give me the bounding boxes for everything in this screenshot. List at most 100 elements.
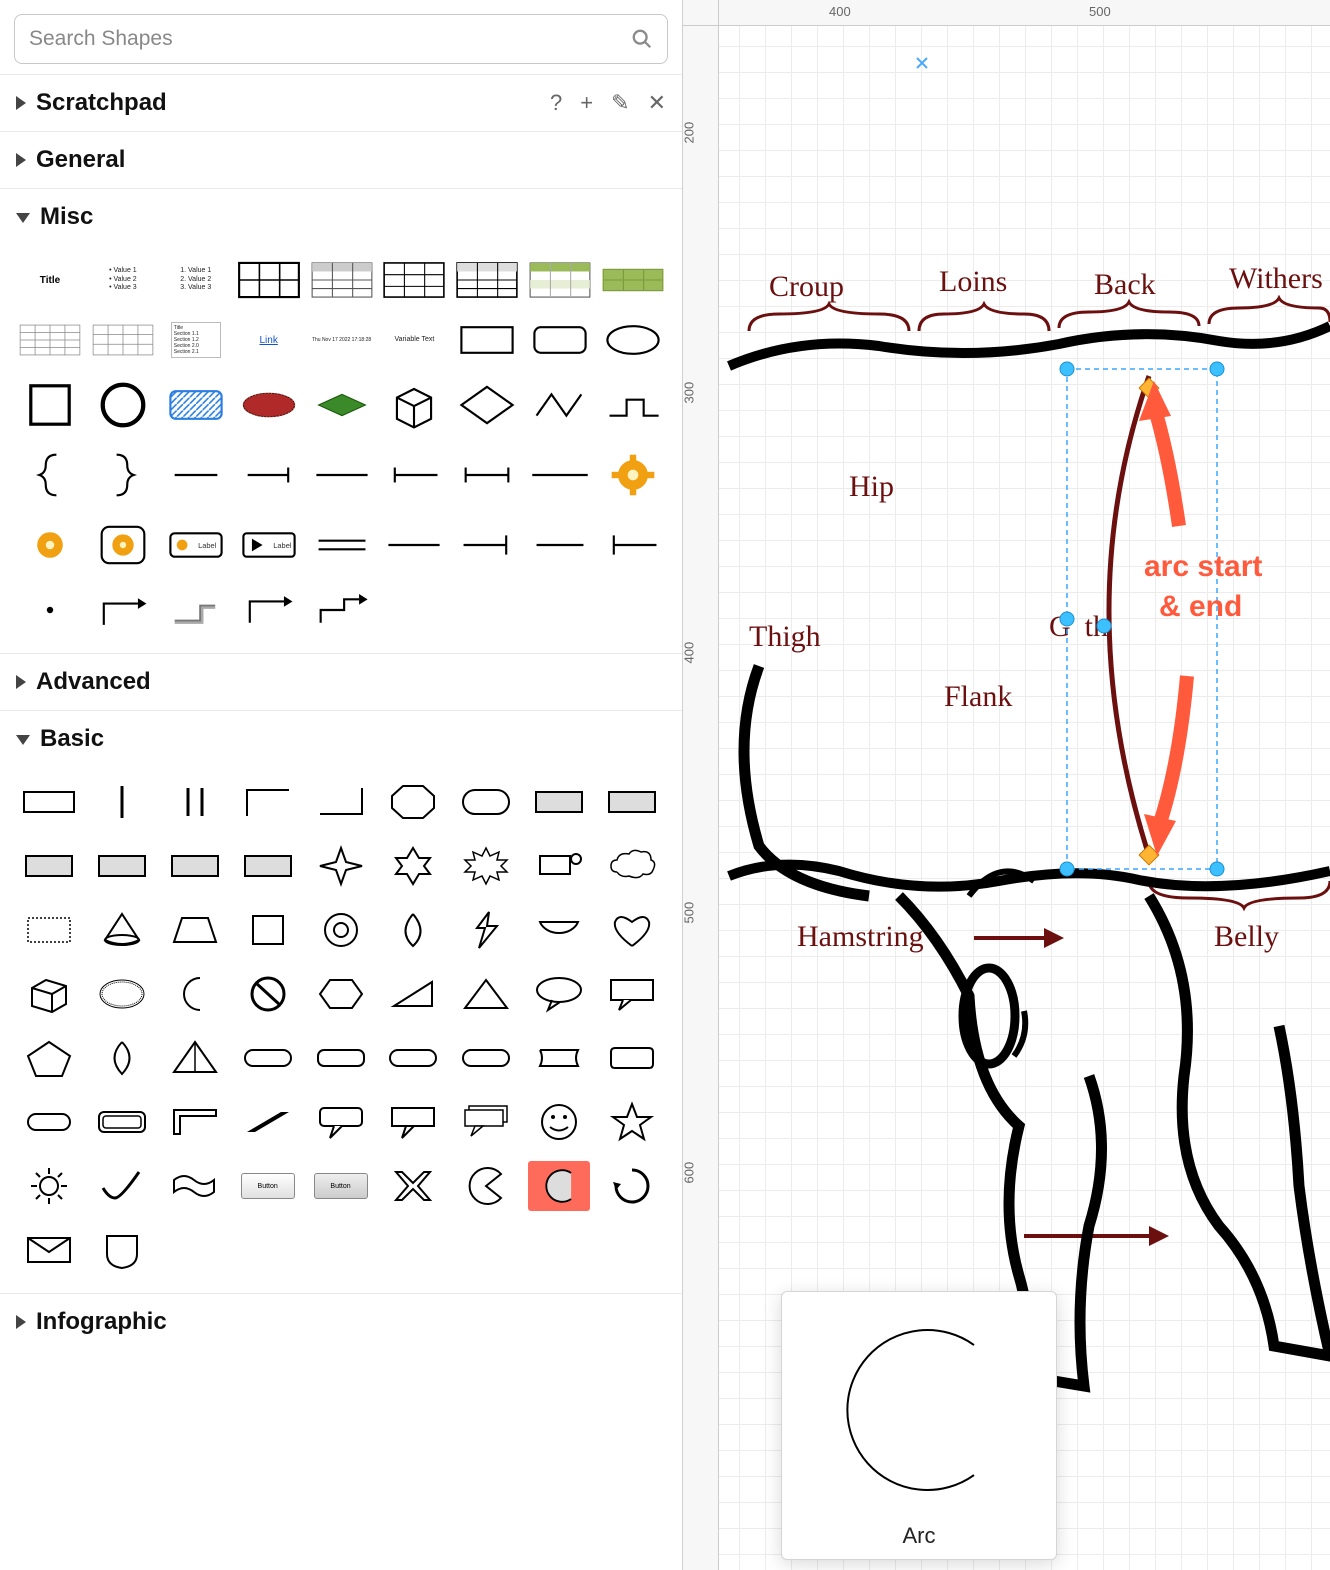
- shape-outline-list[interactable]: TitleSection 1.1Section 1.2Section 2.0Se…: [164, 315, 228, 365]
- shape-moon[interactable]: [164, 969, 226, 1019]
- shape-rounded5[interactable]: [455, 1033, 517, 1083]
- shape-target[interactable]: [310, 905, 372, 955]
- shape-line-medium[interactable]: [310, 445, 374, 505]
- shape-gear-small[interactable]: [18, 515, 82, 575]
- shape-brace-right[interactable]: [91, 445, 155, 505]
- shape-rounded-rect2[interactable]: [455, 777, 517, 827]
- shape-slash[interactable]: [237, 1097, 299, 1147]
- section-scratchpad[interactable]: Scratchpad ? + ✎ ✕: [0, 74, 682, 131]
- shape-table-striped[interactable]: [528, 255, 592, 305]
- selection-handle[interactable]: [1060, 862, 1074, 876]
- close-icon[interactable]: ✕: [648, 92, 666, 114]
- shape-rounded3[interactable]: [310, 1033, 372, 1083]
- shape-play-label[interactable]: Label: [237, 515, 301, 575]
- shape-timestamp[interactable]: Thu Nov 17 2022 17:18:28: [310, 315, 374, 365]
- shape-button1[interactable]: Button: [237, 1161, 299, 1211]
- add-icon[interactable]: +: [580, 92, 593, 114]
- shape-callout-stack[interactable]: [455, 1097, 517, 1147]
- shape-envelope[interactable]: [18, 1225, 80, 1275]
- shape-ticket[interactable]: [528, 1033, 590, 1083]
- shape-brace-left[interactable]: [18, 445, 82, 505]
- shape-variable[interactable]: Variable Text: [382, 315, 446, 365]
- shape-corner-tl[interactable]: [237, 777, 299, 827]
- shape-filled-rect4[interactable]: [91, 841, 153, 891]
- shape-check[interactable]: [91, 1161, 153, 1211]
- shape-flag[interactable]: [528, 841, 590, 891]
- shape-double-vbar[interactable]: [164, 777, 226, 827]
- shape-shield[interactable]: [91, 1225, 153, 1275]
- shape-zigzag[interactable]: [528, 375, 592, 435]
- shape-pyramid[interactable]: [164, 1033, 226, 1083]
- shape-gear-boxed[interactable]: [91, 515, 155, 575]
- shape-stadium[interactable]: [18, 1097, 80, 1147]
- section-infographic[interactable]: Infographic: [0, 1293, 682, 1350]
- shape-title-text[interactable]: Title: [18, 255, 82, 305]
- shape-rounded-rect[interactable]: [528, 315, 592, 365]
- shape-stamp[interactable]: [18, 905, 80, 955]
- shape-line-tick-right[interactable]: [455, 515, 519, 575]
- shape-right-triangle[interactable]: [382, 969, 444, 1019]
- shape-filled-rect2[interactable]: [601, 777, 663, 827]
- shape-smiley[interactable]: [528, 1097, 590, 1147]
- shape-corner-br[interactable]: [310, 777, 372, 827]
- shape-wave[interactable]: [164, 1161, 226, 1211]
- shape-double-rounded[interactable]: [91, 1097, 153, 1147]
- shape-filled-rect5[interactable]: [164, 841, 226, 891]
- section-general[interactable]: General: [0, 131, 682, 188]
- shape-callout1[interactable]: [310, 1097, 372, 1147]
- shape-half-circle[interactable]: [528, 905, 590, 955]
- shape-no-entry[interactable]: [237, 969, 299, 1019]
- shape-cone[interactable]: [91, 905, 153, 955]
- shape-step-arrow[interactable]: [310, 585, 374, 635]
- shape-rect[interactable]: [455, 315, 519, 365]
- shape-ellipse[interactable]: [601, 315, 665, 365]
- drawing-layer[interactable]: Croup Loins Back Withers Hip Thigh Flank…: [719, 26, 1330, 1570]
- shape-pentagon[interactable]: [18, 1033, 80, 1083]
- shape-gear-gold[interactable]: [601, 445, 665, 505]
- shape-callout2[interactable]: [382, 1097, 444, 1147]
- shape-table-beveled[interactable]: [455, 255, 519, 305]
- shape-circle-thick[interactable]: [91, 375, 155, 435]
- selection-handle[interactable]: [1060, 362, 1074, 376]
- arc-shape[interactable]: [1109, 376, 1149, 856]
- shape-empty1[interactable]: [382, 585, 446, 635]
- shape-diamond-outline[interactable]: [455, 375, 519, 435]
- selection-handle[interactable]: [1210, 862, 1224, 876]
- shape-line-tick-left[interactable]: [601, 515, 665, 575]
- shape-dot[interactable]: [18, 585, 82, 635]
- selection-handle[interactable]: [1097, 619, 1111, 633]
- shape-x[interactable]: [382, 1161, 444, 1211]
- shape-pacman[interactable]: [455, 1161, 517, 1211]
- shape-speech-ellipse[interactable]: [528, 969, 590, 1019]
- search-input[interactable]: [29, 27, 631, 51]
- shape-line-tick-end[interactable]: [237, 445, 301, 505]
- shape-triangle[interactable]: [455, 969, 517, 1019]
- shape-elbow-arrow[interactable]: [237, 585, 301, 635]
- shape-frame-corner[interactable]: [164, 1097, 226, 1147]
- shape-heart[interactable]: [601, 905, 663, 955]
- shape-double-line[interactable]: [310, 515, 374, 575]
- shape-lens[interactable]: [91, 1033, 153, 1083]
- shape-grid-3x3[interactable]: [382, 255, 446, 305]
- shape-lightning[interactable]: [455, 905, 517, 955]
- shape-filled-rect1[interactable]: [528, 777, 590, 827]
- shape-rounded4[interactable]: [382, 1033, 444, 1083]
- shape-line-alt[interactable]: [382, 515, 446, 575]
- canvas-area[interactable]: 400 500 200 300 400 500 600 Croup Loins …: [683, 0, 1330, 1570]
- shape-label-box[interactable]: Label: [164, 515, 228, 575]
- shape-numbered-list[interactable]: 1. Value 12. Value 23. Value 3: [164, 255, 228, 305]
- shape-octagon[interactable]: [382, 777, 444, 827]
- selection-handle[interactable]: [1060, 612, 1074, 626]
- shape-table-2x3[interactable]: [237, 255, 301, 305]
- section-basic[interactable]: Basic: [0, 710, 682, 767]
- shape-line-short[interactable]: [164, 445, 228, 505]
- close-marker-icon[interactable]: [917, 58, 927, 68]
- shape-box3d[interactable]: [18, 969, 80, 1019]
- shape-empty3[interactable]: [528, 585, 592, 635]
- shape-hatched-rect[interactable]: [164, 375, 228, 435]
- shape-star5[interactable]: [601, 1097, 663, 1147]
- section-misc[interactable]: Misc: [0, 188, 682, 245]
- shape-bullet-list[interactable]: • Value 1• Value 2• Value 3: [91, 255, 155, 305]
- shape-hexagon[interactable]: [310, 969, 372, 1019]
- help-icon[interactable]: ?: [550, 92, 562, 114]
